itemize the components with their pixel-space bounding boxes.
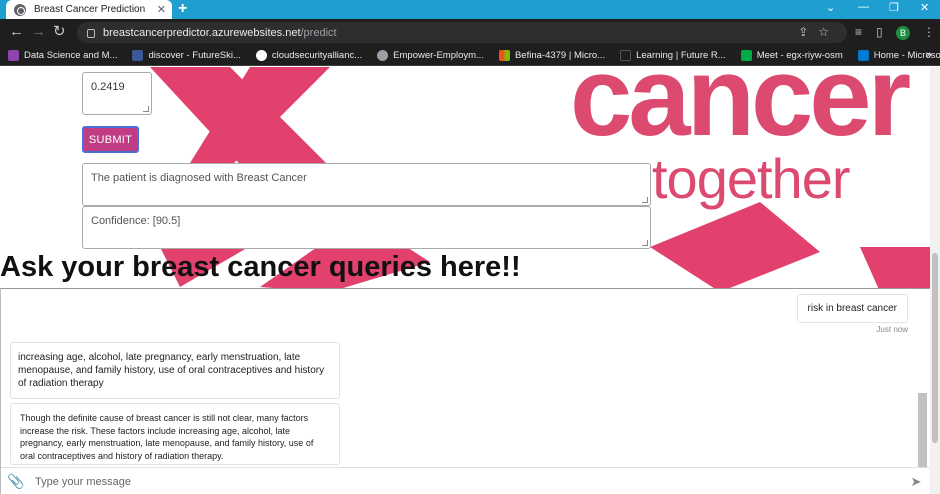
chat-input-bar: 📎 ➤	[1, 467, 931, 494]
diagnosis-output[interactable]: The patient is diagnosed with Breast Can…	[82, 163, 651, 206]
url-host: breastcancerpredictor.azurewebsites.net	[103, 26, 301, 39]
globe-icon	[377, 50, 389, 61]
bookmark-label: Learning | Future R...	[636, 50, 726, 61]
back-arrow-icon[interactable]: ←	[9, 24, 24, 40]
restore-button[interactable]: ❐	[889, 1, 899, 14]
browser-toolbar: ← → ↻ breastcancerpredictor.azurewebsite…	[0, 19, 940, 46]
bookmark-item[interactable]: cloudsecurityallianc...	[255, 50, 363, 61]
chat-widget: risk in breast cancer Just now increasin…	[0, 288, 931, 494]
close-window-button[interactable]: ✕	[920, 1, 929, 14]
bookmark-label: Befina-4379 | Micro...	[514, 50, 606, 61]
page-scrollbar-thumb[interactable]	[932, 253, 938, 443]
tab-search-icon[interactable]: ⌄	[826, 1, 835, 14]
confidence-text: Confidence: [90.5]	[91, 215, 181, 227]
bookmark-item[interactable]: Befina-4379 | Micro...	[498, 50, 606, 61]
menu-kebab-icon[interactable]: ⋮	[923, 25, 935, 39]
microsoft-icon	[498, 50, 510, 61]
submit-button[interactable]: SUBMIT	[82, 126, 139, 153]
reload-icon[interactable]: ↻	[53, 24, 66, 40]
diagnosis-text: The patient is diagnosed with Breast Can…	[91, 172, 307, 184]
bookmark-label: Data Science and M...	[24, 50, 118, 61]
github-icon	[255, 50, 267, 61]
address-bar[interactable]: breastcancerpredictor.azurewebsites.net /…	[77, 22, 847, 43]
share-icon[interactable]: ⇪☆	[798, 25, 839, 39]
user-message: risk in breast cancer	[796, 294, 908, 323]
chat-message-input[interactable]	[31, 475, 901, 488]
page-title: Ask your breast cancer queries here!!	[0, 251, 521, 283]
media-icon[interactable]: ≡	[855, 25, 862, 39]
bookmark-icon	[132, 50, 144, 61]
resize-grip-icon[interactable]	[143, 106, 149, 112]
bookmark-label: Meet - egx-riyw-osm	[756, 50, 843, 61]
azure-icon	[857, 50, 869, 61]
chat-scrollbar[interactable]	[918, 393, 927, 471]
resize-grip-icon[interactable]	[642, 240, 648, 246]
message-timestamp: Just now	[876, 325, 908, 334]
paperclip-icon[interactable]: 📎	[1, 473, 31, 490]
meet-icon	[740, 50, 752, 61]
url-path: /predict	[300, 26, 337, 39]
feature-input[interactable]: 0.2419	[82, 72, 152, 115]
bookmark-item[interactable]: Meet - egx-riyw-osm	[740, 50, 843, 61]
bookmark-item[interactable]: Data Science and M...	[8, 50, 117, 61]
bot-message: Though the definite cause of breast canc…	[10, 403, 340, 465]
bookmarks-bar: Data Science and M... discover - FutureS…	[0, 46, 940, 66]
feature-value: 0.2419	[91, 81, 125, 93]
banner-word-cancer: cancer	[570, 67, 911, 159]
close-tab-icon[interactable]: ✕	[157, 3, 166, 16]
send-icon[interactable]: ➤	[901, 474, 931, 490]
bookmark-label: Empower-Employm...	[393, 50, 484, 61]
bookmark-item[interactable]: Learning | Future R...	[620, 50, 726, 61]
bookmark-icon	[8, 50, 19, 61]
learning-icon	[620, 50, 632, 61]
browser-tab[interactable]: Breast Cancer Prediction ✕	[6, 0, 172, 19]
ribbon-band	[650, 202, 820, 292]
globe-icon	[14, 3, 26, 16]
minimize-button[interactable]: —	[858, 1, 869, 13]
sidepanel-icon[interactable]: ▯	[876, 25, 883, 39]
banner-word-together: together	[652, 147, 850, 210]
tab-strip: Breast Cancer Prediction ✕ + ⌄ — ❐ ✕	[0, 0, 940, 19]
ribbon-band	[860, 247, 930, 292]
confidence-output[interactable]: Confidence: [90.5]	[82, 206, 651, 249]
bookmark-label: discover - FutureSki...	[148, 50, 241, 61]
bookmark-item[interactable]: Empower-Employm...	[377, 50, 484, 61]
bookmarks-overflow-icon[interactable]: »	[926, 49, 932, 61]
bookmark-label: cloudsecurityallianc...	[271, 50, 363, 61]
lock-icon[interactable]	[87, 29, 95, 38]
page-content: cancer together 0.2419 SUBMIT The patien…	[0, 67, 940, 494]
avatar[interactable]: B	[896, 26, 910, 40]
bookmark-item[interactable]: discover - FutureSki...	[132, 50, 241, 61]
page-scrollbar[interactable]	[930, 67, 940, 494]
bot-message: increasing age, alcohol, late pregnancy,…	[10, 342, 340, 399]
new-tab-button[interactable]: +	[178, 1, 187, 17]
resize-grip-icon[interactable]	[642, 197, 648, 203]
forward-arrow-icon[interactable]: →	[31, 24, 46, 40]
tab-title: Breast Cancer Prediction	[34, 4, 146, 15]
